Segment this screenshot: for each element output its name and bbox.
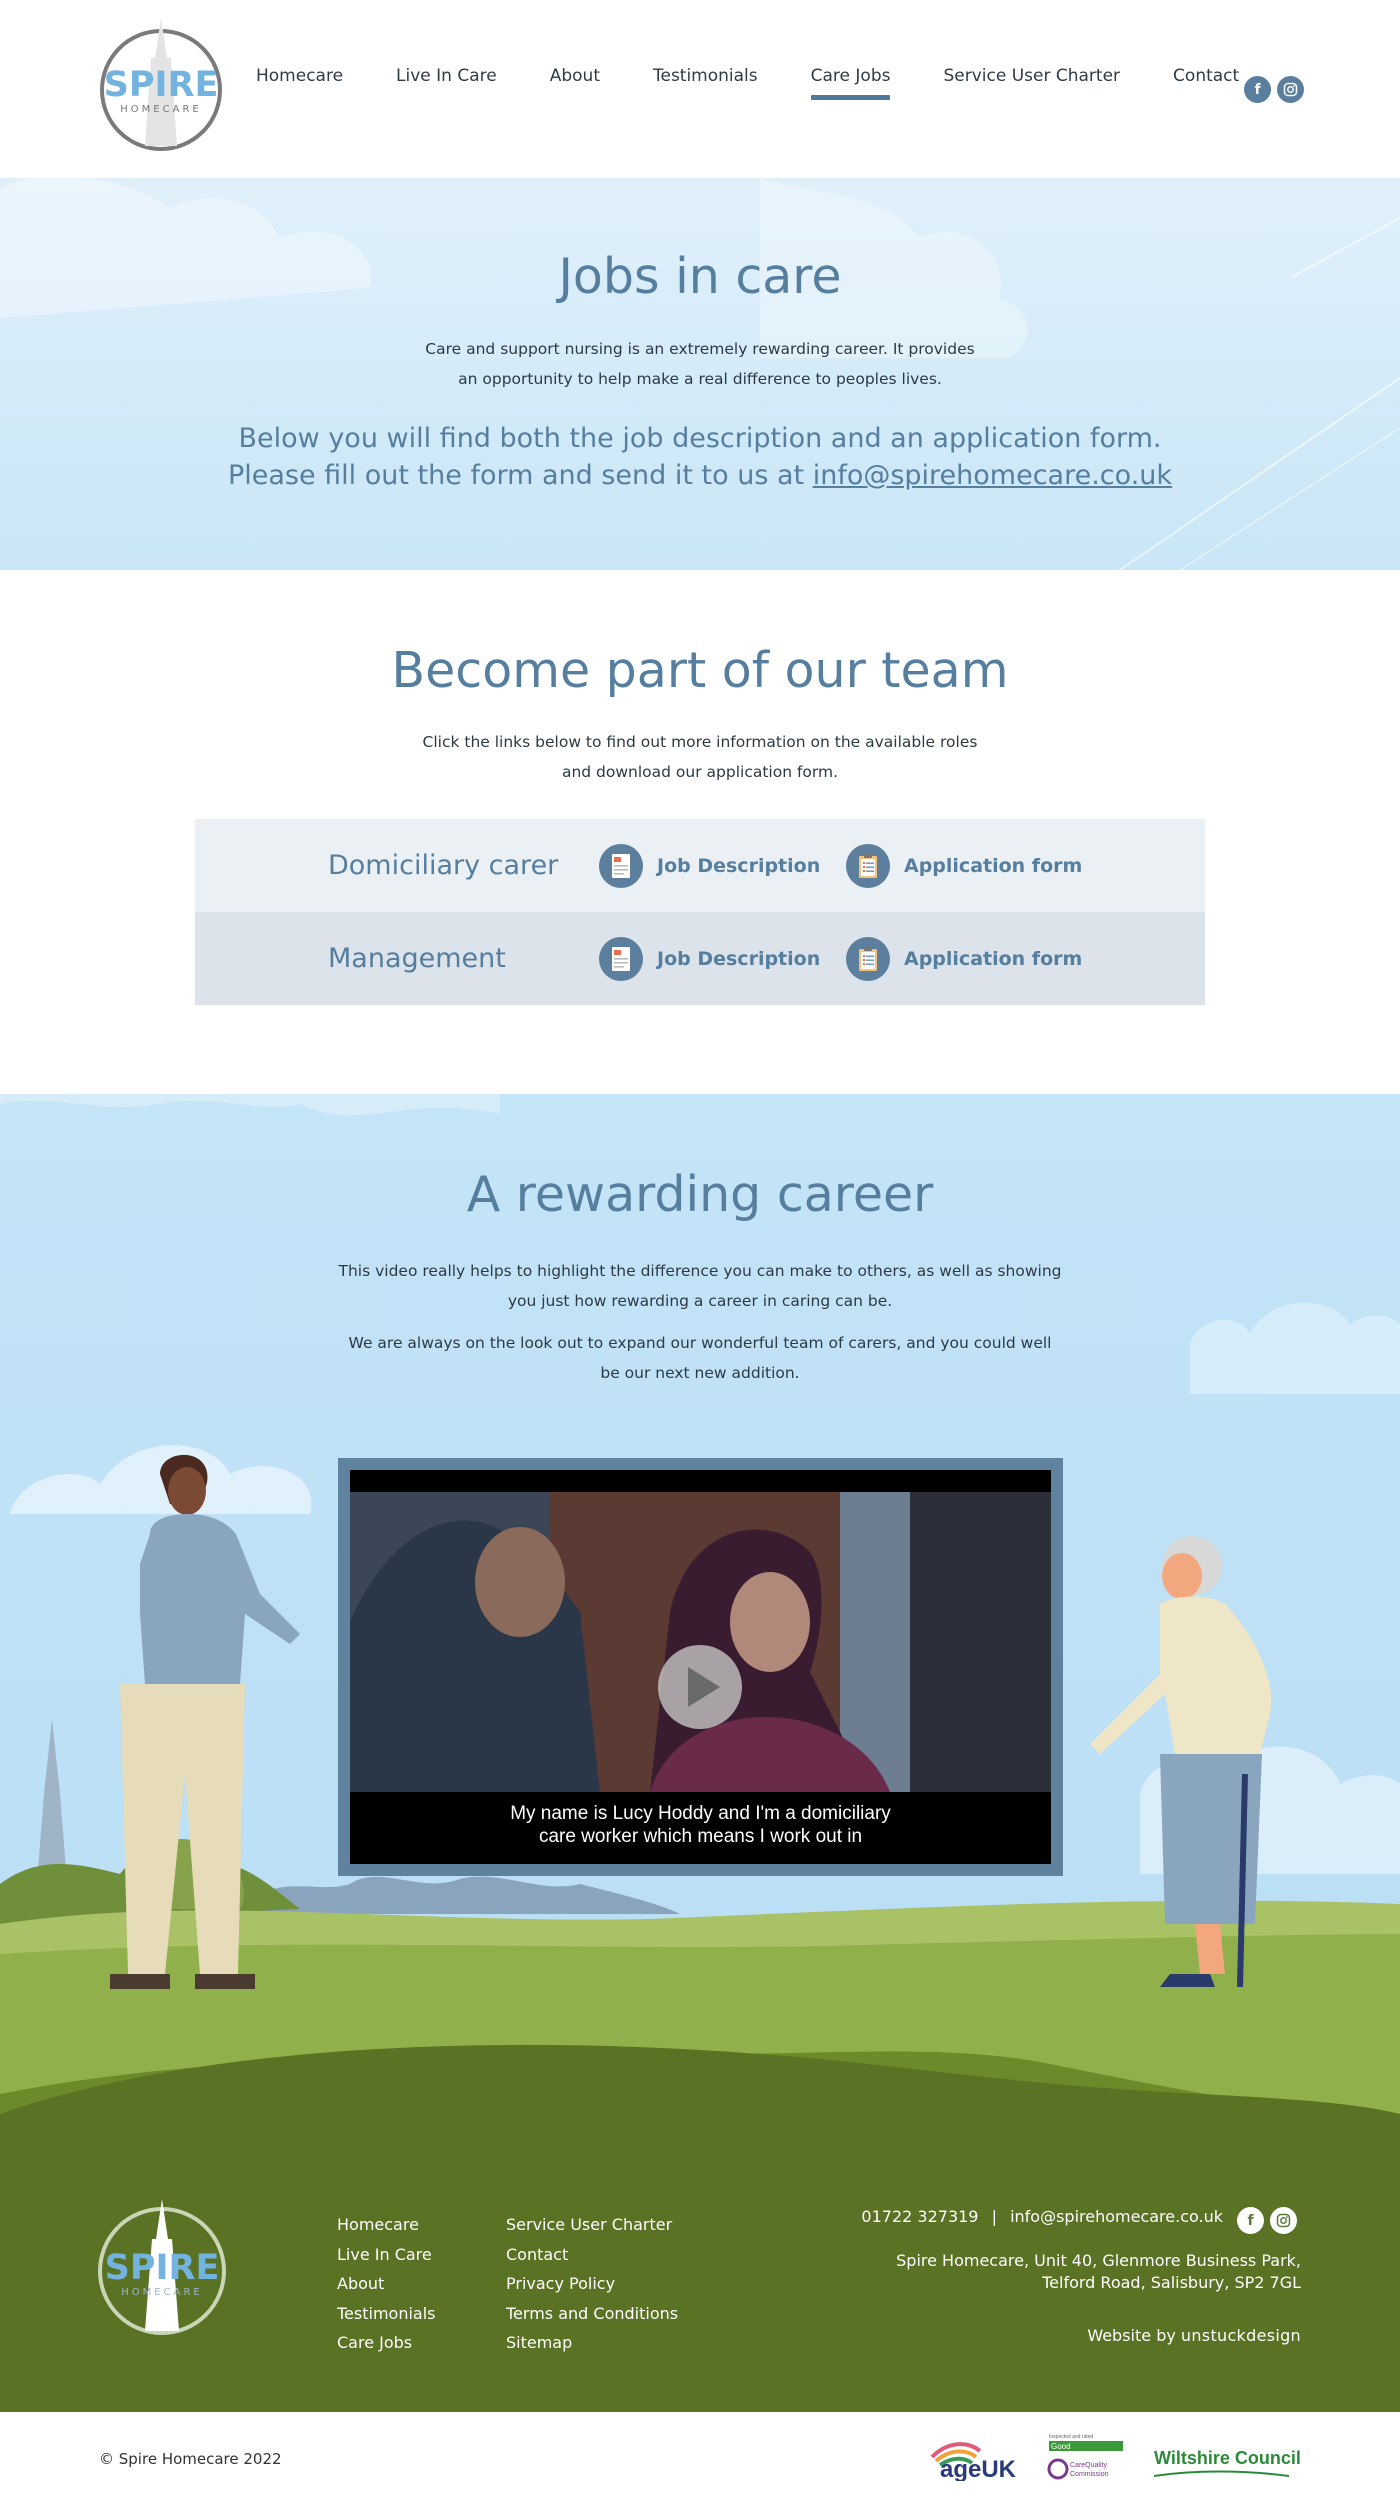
video-caption-line2: care worker which means I work out in xyxy=(538,1826,863,1847)
header-social: f xyxy=(1244,76,1304,103)
role-name: Domiciliary carer xyxy=(328,850,559,881)
svg-text:ageUK: ageUK xyxy=(940,2456,1017,2481)
hero-intro-line2: an opportunity to help make a real diffe… xyxy=(458,370,942,388)
document-icon xyxy=(599,936,643,981)
application-form-link[interactable]: Application form xyxy=(846,936,1083,981)
career-p2-line1: We are always on the look out to expand … xyxy=(348,1334,1052,1352)
job-description-link[interactable]: Job Description xyxy=(599,936,821,981)
clipboard-icon xyxy=(846,843,890,888)
instagram-icon[interactable] xyxy=(1277,76,1304,103)
footer-link-terms[interactable]: Terms and Conditions xyxy=(506,2299,678,2329)
footer-social: f xyxy=(1237,2207,1297,2234)
svg-text:Commission: Commission xyxy=(1070,2471,1109,2478)
career-p1-line1: This video really helps to highlight the… xyxy=(338,1262,1062,1280)
nav-testimonials[interactable]: Testimonials xyxy=(653,66,758,98)
age-uk-logo[interactable]: ageUK xyxy=(928,2437,1028,2481)
footer-link-privacy-policy[interactable]: Privacy Policy xyxy=(506,2269,678,2299)
team-intro-line1: Click the links below to find out more i… xyxy=(422,733,978,751)
document-icon xyxy=(599,843,643,888)
hero-email-link[interactable]: info@spirehomecare.co.uk xyxy=(813,460,1172,491)
agency-link[interactable]: unstuckdesign xyxy=(1181,2326,1301,2345)
footer-address: Spire Homecare, Unit 40, Glenmore Busine… xyxy=(700,2250,1301,2294)
footer-separator: | xyxy=(991,2207,997,2226)
footer-link-sitemap[interactable]: Sitemap xyxy=(506,2328,678,2358)
table-row: Management Job Description Application f… xyxy=(195,912,1205,1005)
footer-link-homecare[interactable]: Homecare xyxy=(337,2210,436,2240)
svg-text:CareQuality: CareQuality xyxy=(1070,2462,1107,2469)
video-caption: My name is Lucy Hoddy and I'm a domicili… xyxy=(350,1802,1051,1848)
career-p1-line2: you just how rewarding a career in carin… xyxy=(507,1292,893,1310)
facebook-icon[interactable]: f xyxy=(1244,76,1271,103)
footer-contact: 01722 327319 | info@spirehomecare.co.uk xyxy=(700,2207,1223,2226)
footer-email[interactable]: info@spirehomecare.co.uk xyxy=(1010,2207,1223,2226)
nav-care-jobs[interactable]: Care Jobs xyxy=(810,66,890,100)
facebook-icon[interactable]: f xyxy=(1237,2207,1264,2234)
play-button[interactable] xyxy=(658,1645,742,1729)
spire-homecare-logo[interactable]: SPIRE HOMECARE xyxy=(97,18,225,153)
team-intro-line2: and download our application form. xyxy=(561,763,839,781)
footer-link-testimonials[interactable]: Testimonials xyxy=(337,2299,436,2329)
footer-address-line2: Telford Road, Salisbury, SP2 7GL xyxy=(1042,2273,1301,2292)
cqc-good-badge[interactable]: Inspected and rated Good CareQuality Com… xyxy=(1047,2432,1125,2486)
instagram-icon[interactable] xyxy=(1270,2207,1297,2234)
application-form-link[interactable]: Application form xyxy=(846,843,1083,888)
footer-address-line1: Spire Homecare, Unit 40, Glenmore Busine… xyxy=(896,2251,1301,2270)
footer-link-service-user-charter[interactable]: Service User Charter xyxy=(506,2210,678,2240)
video-caption-line1: My name is Lucy Hoddy and I'm a domicili… xyxy=(510,1803,891,1824)
wiltshire-council-logo[interactable]: Wiltshire Council xyxy=(1154,2448,1301,2469)
site-header: SPIRE HOMECARE Homecare Live In Care Abo… xyxy=(0,0,1400,178)
hero-lead-text: Please fill out the form and send it to … xyxy=(227,460,813,491)
role-name: Management xyxy=(328,943,506,974)
footer-website-by: Website by xyxy=(1087,2326,1176,2345)
job-description-label: Job Description xyxy=(657,947,821,970)
nav-contact[interactable]: Contact xyxy=(1173,66,1239,98)
career-title: A rewarding career xyxy=(466,1166,934,1223)
footer-link-contact[interactable]: Contact xyxy=(506,2240,678,2270)
career-video[interactable]: My name is Lucy Hoddy and I'm a domicili… xyxy=(338,1458,1063,1876)
svg-text:Good: Good xyxy=(1051,2442,1071,2451)
hero-title: Jobs in care xyxy=(558,248,842,305)
jobs-table: Domiciliary carer Job Description Applic… xyxy=(195,819,1205,1005)
svg-text:HOMECARE: HOMECARE xyxy=(120,104,201,115)
footer-link-about[interactable]: About xyxy=(337,2269,436,2299)
footer-phone[interactable]: 01722 327319 xyxy=(861,2207,978,2226)
footer-link-care-jobs[interactable]: Care Jobs xyxy=(337,2328,436,2358)
svg-text:Inspected and rated: Inspected and rated xyxy=(1049,2434,1093,2440)
video-player[interactable]: My name is Lucy Hoddy and I'm a domicili… xyxy=(350,1470,1051,1864)
clipboard-icon xyxy=(846,936,890,981)
nav-service-user-charter[interactable]: Service User Charter xyxy=(943,66,1120,98)
footer-logo[interactable]: SPIRE HOMECARE xyxy=(97,2199,227,2337)
nav-about[interactable]: About xyxy=(550,66,600,98)
nav-homecare[interactable]: Homecare xyxy=(256,66,343,98)
job-description-label: Job Description xyxy=(657,854,821,877)
nav-live-in-care[interactable]: Live In Care xyxy=(396,66,497,98)
footer-link-live-in-care[interactable]: Live In Care xyxy=(337,2240,436,2270)
video-frame xyxy=(350,1492,1051,1792)
svg-text:SPIRE: SPIRE xyxy=(104,65,219,105)
hero-lead-line1: Below you will find both the job descrip… xyxy=(238,423,1162,454)
wiltshire-swoosh xyxy=(1154,2470,1289,2477)
copyright: © Spire Homecare 2022 xyxy=(99,2450,282,2468)
job-description-link[interactable]: Job Description xyxy=(599,843,821,888)
table-row: Domiciliary carer Job Description Applic… xyxy=(195,819,1205,912)
hero-intro-line1: Care and support nursing is an extremely… xyxy=(425,340,975,358)
main-nav: Homecare Live In Care About Testimonials… xyxy=(256,66,1292,100)
svg-text:HOMECARE: HOMECARE xyxy=(121,2287,202,2298)
team-title: Become part of our team xyxy=(391,642,1009,699)
footer-nav-col2: Service User Charter Contact Privacy Pol… xyxy=(506,2210,678,2358)
footer-credit: Website by unstuckdesign xyxy=(700,2326,1301,2345)
hero-lead-line2: Please fill out the form and send it to … xyxy=(0,457,1400,494)
application-form-label: Application form xyxy=(904,947,1083,970)
svg-text:SPIRE: SPIRE xyxy=(105,2248,220,2288)
application-form-label: Application form xyxy=(904,854,1083,877)
career-p2-line2: be our next new addition. xyxy=(600,1364,800,1382)
footer-nav-col1: Homecare Live In Care About Testimonials… xyxy=(337,2210,436,2358)
